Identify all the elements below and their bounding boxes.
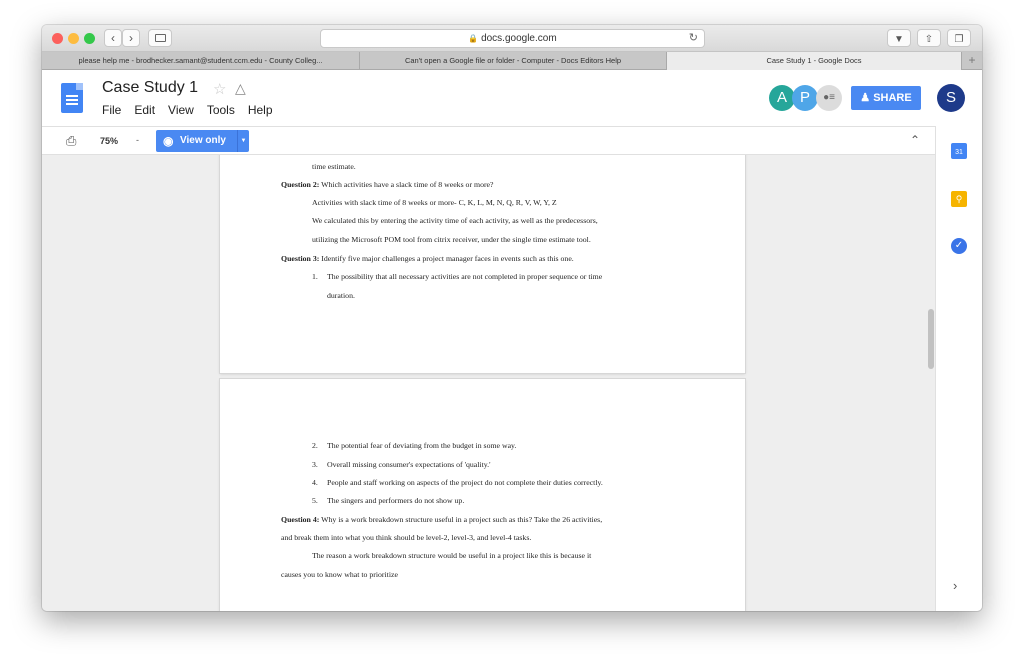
document-page: 2. The potential fear of deviating from … — [220, 379, 745, 611]
sidebar-icon — [154, 34, 166, 42]
downloads-button[interactable]: ▼ — [887, 29, 911, 47]
url-text: docs.google.com — [481, 33, 557, 44]
download-icon: ▼ — [894, 34, 904, 45]
doc-text: The singers and performers do not show u… — [327, 496, 465, 505]
drive-icon[interactable]: △ — [235, 80, 246, 97]
zoom-dropdown[interactable]: - — [136, 135, 139, 145]
browser-window: ‹ › 🔒 docs.google.com ↻ ▼ ⇧ ❐ please hel… — [42, 25, 982, 611]
view-only-label: View only — [180, 135, 226, 146]
share-label: SHARE — [873, 92, 912, 104]
person-add-icon: ♟ — [860, 92, 871, 104]
document-canvas[interactable]: time estimate. Question 2: Which activit… — [42, 155, 935, 611]
zoom-value[interactable]: 75% — [100, 136, 118, 146]
share-icon: ⇧ — [924, 34, 934, 45]
tab-email[interactable]: please help me - brodhecker.samant@stude… — [42, 52, 360, 70]
collapse-toolbar-icon[interactable]: ⌃ — [910, 133, 920, 147]
doc-text: The potential fear of deviating from the… — [327, 441, 517, 450]
doc-text: causes you to know what to prioritize — [281, 570, 398, 579]
sidebar-toggle-button[interactable] — [148, 29, 172, 47]
browser-toolbar: ‹ › 🔒 docs.google.com ↻ ▼ ⇧ ❐ — [42, 25, 982, 52]
doc-text: People and staff working on aspects of t… — [327, 478, 603, 487]
show-tabs-button[interactable]: ❐ — [947, 29, 971, 47]
keep-icon[interactable]: ⚲ — [951, 191, 967, 207]
docs-header: Case Study 1 ☆ △ File Edit View Tools He… — [42, 70, 982, 126]
address-bar[interactable]: 🔒 docs.google.com ↻ — [320, 29, 705, 48]
tabs-icon: ❐ — [954, 34, 964, 45]
doc-text: Overall missing consumer's expectations … — [327, 460, 491, 469]
reload-icon[interactable]: ↻ — [689, 30, 698, 47]
share-sheet-button[interactable]: ⇧ — [917, 29, 941, 47]
chevron-left-icon: ‹ — [111, 31, 115, 45]
tab-help[interactable]: Can't open a Google file or folder - Com… — [360, 52, 667, 70]
share-button[interactable]: ♟ SHARE — [851, 86, 921, 110]
calendar-icon[interactable]: 31 — [951, 143, 967, 159]
menu-bar: File Edit View Tools Help — [102, 103, 273, 117]
minimize-window-button[interactable] — [68, 33, 79, 44]
list-number: 5. — [312, 496, 318, 505]
doc-title[interactable]: Case Study 1 — [102, 79, 198, 97]
doc-text: We calculated this by entering the activ… — [312, 216, 598, 225]
caret-down-icon[interactable]: ▼ — [237, 130, 249, 152]
star-icon[interactable]: ☆ — [213, 80, 226, 98]
docs-logo-icon[interactable] — [61, 83, 83, 113]
list-number: 2. — [312, 441, 318, 450]
doc-text: Activities with slack time of 8 weeks or… — [312, 198, 557, 207]
print-icon[interactable]: ⎙ — [66, 133, 76, 149]
back-button[interactable]: ‹ — [104, 29, 122, 47]
doc-text: The reason a work breakdown structure wo… — [312, 551, 592, 560]
new-tab-button[interactable]: + — [962, 52, 982, 70]
list-number: 1. — [312, 272, 318, 281]
chevron-right-icon: › — [129, 31, 133, 45]
account-avatar[interactable]: S — [937, 84, 965, 112]
doc-text: and break them into what you think shoul… — [281, 533, 532, 542]
doc-text: Question 3: Identify five major challeng… — [281, 254, 574, 263]
doc-text: The possibility that all necessary activ… — [327, 272, 603, 281]
doc-text: Question 2: Which activities have a slac… — [281, 180, 494, 189]
view-only-button[interactable]: ◉ View only ▼ — [156, 130, 249, 152]
chevron-right-icon[interactable]: › — [953, 578, 957, 593]
document-page: time estimate. Question 2: Which activit… — [220, 155, 745, 373]
chat-icon[interactable]: ●≡ — [816, 85, 842, 111]
list-number: 3. — [312, 460, 318, 469]
avatar-p[interactable]: P — [792, 85, 818, 111]
tab-bar: please help me - brodhecker.samant@stude… — [42, 52, 982, 70]
doc-text: utilizing the Microsoft POM tool from ci… — [312, 235, 591, 244]
list-number: 4. — [312, 478, 318, 487]
menu-edit[interactable]: Edit — [134, 103, 155, 117]
doc-text: duration. — [327, 291, 355, 300]
side-panel: 31 ⚲ ✓ › — [935, 126, 982, 611]
menu-tools[interactable]: Tools — [207, 103, 235, 117]
eye-icon: ◉ — [163, 134, 174, 148]
forward-button[interactable]: › — [122, 29, 140, 47]
scrollbar-thumb[interactable] — [928, 309, 934, 369]
doc-text: time estimate. — [312, 162, 356, 171]
doc-text: Question 4: Why is a work breakdown stru… — [281, 515, 603, 524]
tasks-icon[interactable]: ✓ — [951, 238, 967, 254]
close-window-button[interactable] — [52, 33, 63, 44]
menu-view[interactable]: View — [168, 103, 194, 117]
lock-icon: 🔒 — [468, 34, 479, 43]
tab-case-study[interactable]: Case Study 1 - Google Docs — [667, 52, 962, 70]
menu-help[interactable]: Help — [248, 103, 273, 117]
menu-file[interactable]: File — [102, 103, 121, 117]
doc-toolbar: ⎙ 75% - ◉ View only ▼ ⌃ — [42, 126, 935, 155]
zoom-window-button[interactable] — [84, 33, 95, 44]
